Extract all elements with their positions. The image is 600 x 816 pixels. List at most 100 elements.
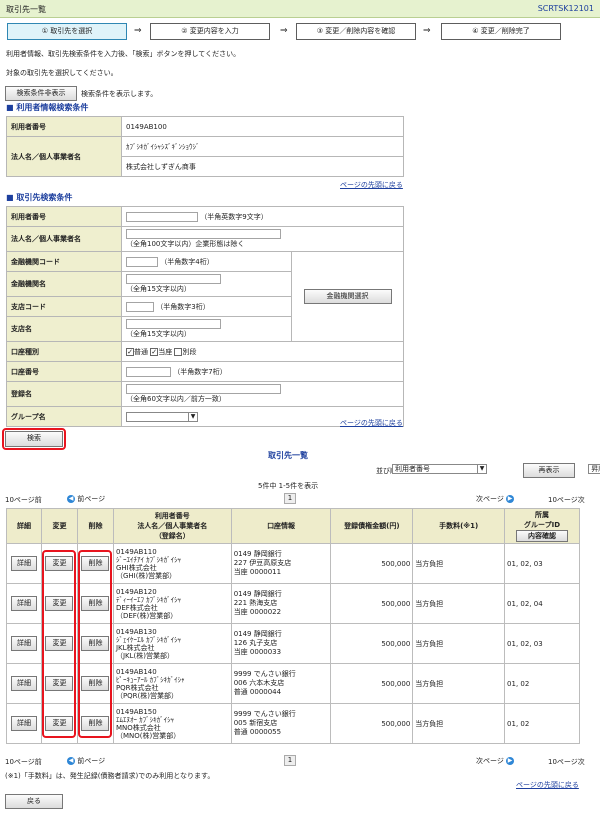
result-count: 5件中 1-5件を表示: [258, 482, 319, 490]
header-fee: 手数料(※1): [412, 508, 506, 544]
header-user: 利用者番号 法人名／個人事業者名 （登録名）: [112, 508, 232, 544]
reg-name-input[interactable]: [126, 384, 281, 394]
acct-type-futsu-checkbox[interactable]: ✓: [126, 347, 134, 356]
prev-page-label: 前ページ: [77, 757, 106, 765]
bank-name-label: 金融機関名: [6, 271, 122, 297]
redisplay-button[interactable]: 再表示: [523, 463, 575, 478]
highlight-delete-column: [78, 550, 112, 738]
branch-name-label: 支店名: [6, 316, 122, 342]
acct-type-betsudan-label: 別段: [182, 347, 197, 356]
detail-button[interactable]: 詳細: [10, 716, 37, 731]
page-title: 取引先一覧: [6, 5, 46, 14]
cell-limit: 500,000: [330, 583, 414, 624]
screen-code: SCRTSK12101: [537, 4, 594, 13]
group-select[interactable]: ▼: [126, 411, 198, 422]
user-section-heading: 利用者情報検索条件: [6, 102, 88, 113]
cell-account: 9999 でんさい銀行 005 新宿支店 普通 0000055: [230, 703, 332, 744]
detail-button[interactable]: 詳細: [10, 556, 37, 571]
acct-type-futsu-label: 普通: [134, 347, 148, 356]
bank-name-input[interactable]: [126, 274, 221, 284]
cell-account: 0149 静岡銀行 221 熱海支店 当座 0000022: [230, 583, 332, 624]
order-select[interactable]: 昇順▼: [588, 464, 600, 474]
page-top-link[interactable]: ページの先頭に戻る: [340, 180, 403, 190]
back-button[interactable]: 戻る: [5, 794, 63, 809]
cell-fee: 当方負担: [412, 703, 506, 744]
page-top-link-3[interactable]: ページの先頭に戻る: [516, 780, 579, 790]
detail-button[interactable]: 詳細: [10, 676, 37, 691]
chevron-down-icon: ▼: [477, 465, 486, 473]
branch-code-label: 支店コード: [6, 296, 122, 317]
cell-fee: 当方負担: [412, 583, 506, 624]
bank-select-button[interactable]: 金融機関選択: [303, 289, 392, 304]
acct-type-label: 口座種別: [6, 341, 122, 362]
header-detail: 詳細: [6, 508, 42, 544]
instruction-text: 利用者情報、取引先検索条件を入力後、「検索」ボタンを押してください。: [6, 50, 241, 58]
prev10-text-bottom: 10ページ前: [5, 758, 42, 766]
cell-group: 01, 02, 03: [504, 623, 580, 664]
user-no-value: 0149AB100: [121, 116, 404, 137]
cell-limit: 500,000: [330, 623, 414, 664]
search-table: 利用者番号 （半角英数字9文字） 法人名／個人事業者名 （全角100文字以内）企…: [6, 206, 404, 427]
search-user-no-label: 利用者番号: [6, 206, 122, 227]
cell-fee: 当方負担: [412, 543, 506, 584]
branch-code-hint: （半角数字3桁）: [156, 302, 210, 311]
bank-code-label: 金融機関コード: [6, 251, 122, 272]
detail-button[interactable]: 詳細: [10, 636, 37, 651]
next-page-bottom: 次ページ ▶: [476, 756, 515, 766]
sort-select[interactable]: 利用者番号 ▼: [392, 464, 487, 474]
next10-text-bottom: 10ページ次: [548, 758, 585, 766]
acct-no-hint: （半角数字7桁）: [173, 367, 227, 376]
detail-button[interactable]: 詳細: [10, 596, 37, 611]
corp-input[interactable]: [126, 229, 281, 239]
sort-select-value: 利用者番号: [395, 465, 430, 473]
group-confirm-button[interactable]: 内容確認: [516, 530, 569, 542]
user-info-table: 利用者番号 0149AB100 法人名／個人事業者名 ｶﾌﾞｼｷｶﾞｲｼｬｼｽﾞ…: [6, 116, 404, 177]
cell-user: 0149AB120 ﾃﾞｨｰｲｰｴﾌ ｶﾌﾞｼｷｶﾞｲｼｬ DEF株式会社 （D…: [112, 583, 232, 624]
prev-page: ◀ 前ページ: [67, 494, 105, 504]
search-corp-label: 法人名／個人事業者名: [6, 226, 122, 252]
cell-fee: 当方負担: [412, 623, 506, 664]
header-delete: 削除: [76, 508, 114, 544]
step-2: ② 変更内容を入力: [150, 23, 270, 40]
branch-code-input[interactable]: [126, 301, 154, 312]
page-number[interactable]: 1: [284, 493, 296, 504]
highlight-change-column: [42, 550, 76, 738]
user-no-hint: （半角英数字9文字）: [200, 212, 268, 221]
cell-group: 01, 02: [504, 703, 580, 744]
right-arrow-icon: ▶: [506, 757, 515, 765]
step-arrow: ⇒: [134, 26, 142, 36]
cell-fee: 当方負担: [412, 663, 506, 704]
hide-conditions-button[interactable]: 検索条件非表示: [5, 86, 77, 101]
corp-name: 株式会社しずぎん商事: [121, 156, 404, 177]
page-number-label[interactable]: 1: [284, 755, 296, 766]
highlight-search-button: [2, 428, 66, 450]
page-number-bottom[interactable]: 1: [284, 755, 296, 766]
search-section-heading: 取引先検索条件: [6, 192, 72, 203]
cell-account: 0149 静岡銀行 126 丸子支店 当座 0000033: [230, 623, 332, 664]
bank-code-input[interactable]: [126, 256, 158, 267]
user-no-input[interactable]: [126, 211, 198, 222]
cell-group: 01, 02, 04: [504, 583, 580, 624]
group-label: グループ名: [6, 406, 122, 427]
step-1: ① 取引先を選択: [7, 23, 127, 40]
page-top-link-2[interactable]: ページの先頭に戻る: [340, 418, 403, 428]
cell-limit: 500,000: [330, 663, 414, 704]
header-group: 所属 グループID: [524, 511, 561, 529]
chevron-down-icon: ▼: [188, 412, 197, 421]
cell-user: 0149AB110 ｼﾞｰｴｲﾁｱｲ ｶﾌﾞｼｷｶﾞｲｼｬ GHI株式会社 （G…: [112, 543, 232, 584]
prev10-text: 10ページ前: [5, 496, 42, 504]
branch-name-input[interactable]: [126, 319, 221, 329]
list-title: 取引先一覧: [268, 451, 308, 460]
acct-no-label: 口座番号: [6, 361, 122, 382]
next-page-label: 次ページ: [476, 757, 504, 765]
page-number-label[interactable]: 1: [284, 493, 296, 504]
header-limit: 登録債権金額(円): [330, 508, 414, 544]
cell-user: 0149AB140 ﾋﾟｰｷｭｰｱｰﾙ ｶﾌﾞｼｷｶﾞｲｼｬ PQR株式会社 （…: [112, 663, 232, 704]
bank-name-hint: （全角15文字以内）: [126, 285, 191, 293]
cell-limit: 500,000: [330, 703, 414, 744]
header-change: 変更: [40, 508, 78, 544]
acct-no-input[interactable]: [126, 366, 171, 377]
cell-group: 01, 02, 03: [504, 543, 580, 584]
header-account: 口座情報: [230, 508, 332, 544]
next-page: 次ページ ▶: [476, 494, 515, 504]
